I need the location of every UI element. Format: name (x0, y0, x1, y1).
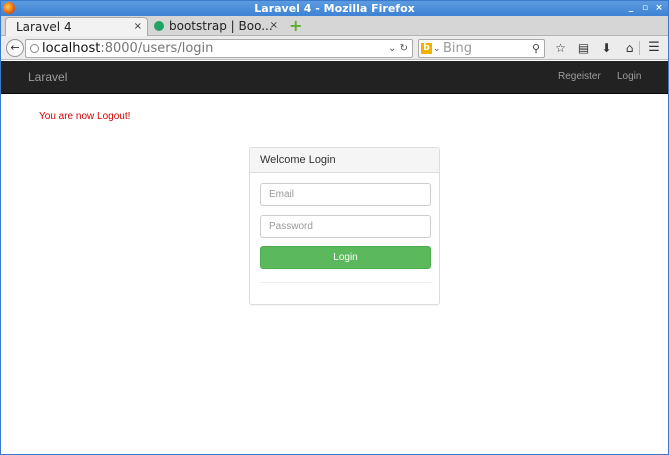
download-icon[interactable]: ⬇ (595, 39, 618, 57)
panel-divider (260, 282, 431, 283)
close-window-button[interactable]: × (653, 2, 665, 14)
navigation-toolbar: ← localhost:8000/users/login ⌄ ↻ b ⌄ Bin… (1, 36, 668, 60)
search-icon[interactable]: ⚲ (532, 41, 540, 57)
history-dropdown-icon[interactable]: ⌄ (388, 43, 396, 54)
home-icon[interactable]: ⌂ (618, 39, 641, 57)
window-controls: _ ▫ × (625, 2, 665, 14)
restore-button[interactable]: ▫ (639, 2, 651, 14)
star-icon[interactable]: ☆ (549, 39, 572, 57)
brand-link[interactable]: Laravel (28, 61, 67, 93)
password-field[interactable] (260, 215, 431, 238)
title-bar: Laravel 4 - Mozilla Firefox _ ▫ × (1, 1, 668, 16)
register-link[interactable]: Regeister (558, 61, 601, 93)
bootstrap-favicon-icon (154, 21, 164, 31)
url-path: :8000/users/login (100, 41, 214, 56)
new-tab-icon[interactable]: + (289, 18, 303, 34)
panel-heading: Welcome Login (250, 148, 439, 173)
menu-icon[interactable]: ☰ (646, 39, 662, 57)
login-link[interactable]: Login (617, 61, 641, 93)
tab-label: Laravel 4 (16, 20, 72, 34)
minimize-button[interactable]: _ (625, 2, 637, 14)
browser-window: Laravel 4 - Mozilla Firefox _ ▫ × Larave… (0, 0, 669, 455)
page-content: Laravel Regeister Login You are now Logo… (1, 61, 668, 454)
engine-dropdown-icon[interactable]: ⌄ (433, 41, 441, 57)
url-host: localhost (42, 41, 101, 56)
firefox-icon (3, 2, 15, 14)
tab-laravel[interactable]: Laravel 4 × (5, 17, 148, 36)
tab-bootstrap[interactable]: bootstrap | Boo... × (149, 17, 283, 36)
search-placeholder: Bing (443, 41, 473, 56)
tab-strip: Laravel 4 × bootstrap | Boo... × (1, 16, 668, 36)
clipboard-icon[interactable]: ▤ (572, 39, 595, 57)
url-text[interactable]: localhost:8000/users/login (42, 41, 213, 57)
reload-icon[interactable]: ↻ (400, 43, 408, 54)
login-button[interactable]: Login (260, 246, 431, 269)
toolbar-divider (639, 41, 640, 55)
url-controls: ⌄ ↻ (388, 41, 408, 57)
tab-close-icon[interactable]: × (134, 18, 142, 36)
back-button[interactable]: ← (6, 39, 24, 57)
tab-close-icon[interactable]: × (270, 17, 278, 35)
window-title: Laravel 4 - Mozilla Firefox (254, 2, 415, 15)
tab-label: bootstrap | Boo... (169, 19, 273, 33)
bing-engine-icon[interactable]: b (421, 43, 432, 54)
url-bar[interactable]: localhost:8000/users/login ⌄ ↻ (25, 39, 413, 58)
flash-message: You are now Logout! (39, 111, 131, 122)
login-panel: Welcome Login Login (249, 147, 440, 305)
toolbar-icons: ☆ ▤ ⬇ ⌂ (549, 39, 641, 57)
back-arrow-icon: ← (10, 41, 20, 54)
app-navbar: Laravel Regeister Login (1, 61, 668, 94)
site-identity-icon[interactable] (30, 44, 39, 53)
search-bar[interactable]: b ⌄ Bing ⚲ (418, 39, 545, 58)
email-field[interactable] (260, 183, 431, 206)
